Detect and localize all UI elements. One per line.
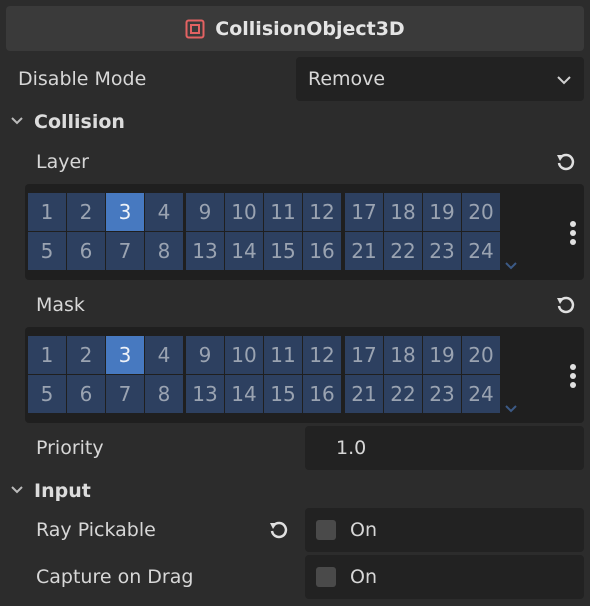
inspector-header: CollisionObject3D [6,6,584,51]
layer-bit-8[interactable]: 8 [145,232,183,270]
mask-bit-24[interactable]: 24 [462,375,500,413]
layer-bit-5[interactable]: 5 [28,232,66,270]
capture-on-drag-value: On [350,566,377,588]
chevron-down-icon [10,480,24,502]
mask-row: Mask [36,294,85,316]
layer-bit-22[interactable]: 22 [384,232,422,270]
layer-bit-18[interactable]: 18 [384,193,422,231]
revert-icon[interactable] [555,151,577,177]
layer-group: 1234 5678 [28,193,184,271]
priority-input[interactable]: 1.0 [305,426,584,470]
ray-pickable-value: On [350,519,377,541]
mask-bit-11[interactable]: 11 [264,336,302,374]
mask-bit-5[interactable]: 5 [28,375,66,413]
layer-bit-11[interactable]: 11 [264,193,302,231]
disable-mode-row: Disable Mode [18,68,146,90]
mask-bit-21[interactable]: 21 [345,375,383,413]
priority-value: 1.0 [336,437,367,459]
layer-row: Layer [36,151,89,173]
ray-pickable-checkbox[interactable]: On [305,508,584,552]
capture-on-drag-row: Capture on Drag [36,566,193,588]
menu-icon[interactable] [569,221,577,247]
mask-bit-19[interactable]: 19 [423,336,461,374]
chevron-down-icon [10,111,24,133]
layer-bit-16[interactable]: 16 [303,232,341,270]
layer-bit-7[interactable]: 7 [106,232,144,270]
collision-section-header[interactable]: Collision [10,111,125,133]
mask-bit-6[interactable]: 6 [67,375,105,413]
input-section-title: Input [34,480,91,502]
mask-grid: 1 2 3 4 5 6 7 8 9 10 11 12 13 14 15 16 17 18 19 20 21 22 23 24 [25,327,584,423]
mask-bit-1[interactable]: 1 [28,336,66,374]
mask-bit-2[interactable]: 2 [67,336,105,374]
mask-bit-7[interactable]: 7 [106,375,144,413]
disable-mode-dropdown[interactable]: Remove [296,57,584,101]
layer-bit-3[interactable]: 3 [106,193,144,231]
mask-label: Mask [36,294,85,316]
mask-bit-4[interactable]: 4 [145,336,183,374]
layer-bit-10[interactable]: 10 [225,193,263,231]
capture-on-drag-label: Capture on Drag [36,566,194,588]
mask-bit-3[interactable]: 3 [106,336,144,374]
mask-bit-22[interactable]: 22 [384,375,422,413]
ray-pickable-row: Ray Pickable [36,519,156,541]
mask-bit-14[interactable]: 14 [225,375,263,413]
chevron-down-icon[interactable] [504,399,518,418]
inspector-title: CollisionObject3D [215,17,405,40]
layer-bit-19[interactable]: 19 [423,193,461,231]
layer-bit-4[interactable]: 4 [145,193,183,231]
mask-bit-17[interactable]: 17 [345,336,383,374]
capture-on-drag-checkbox[interactable]: On [305,555,584,599]
checkbox-box[interactable] [316,520,336,540]
mask-group: 1234 5678 [28,336,184,414]
layer-label: Layer [36,151,89,173]
layer-grid: 1 2 3 4 5 6 7 8 9 10 11 12 13 14 15 16 17 18 19 20 21 22 23 24 [25,184,584,280]
mask-bit-12[interactable]: 12 [303,336,341,374]
ray-pickable-label: Ray Pickable [36,519,156,541]
layer-bit-20[interactable]: 20 [462,193,500,231]
mask-bit-16[interactable]: 16 [303,375,341,413]
layer-bit-13[interactable]: 13 [186,232,224,270]
mask-bit-18[interactable]: 18 [384,336,422,374]
layer-bit-21[interactable]: 21 [345,232,383,270]
layer-group: 9 10 11 12 13 14 15 16 [186,193,342,271]
mask-bit-10[interactable]: 10 [225,336,263,374]
layer-bit-9[interactable]: 9 [186,193,224,231]
layer-bit-14[interactable]: 14 [225,232,263,270]
disable-mode-value: Remove [308,68,386,90]
chevron-down-icon [556,71,572,93]
layer-bit-17[interactable]: 17 [345,193,383,231]
layer-bit-1[interactable]: 1 [28,193,66,231]
mask-bit-8[interactable]: 8 [145,375,183,413]
layer-bit-23[interactable]: 23 [423,232,461,270]
layer-bit-2[interactable]: 2 [67,193,105,231]
priority-label: Priority [36,437,104,459]
disable-mode-label: Disable Mode [18,68,147,90]
collision-object-icon [185,19,205,39]
mask-bit-9[interactable]: 9 [186,336,224,374]
mask-bit-15[interactable]: 15 [264,375,302,413]
menu-icon[interactable] [569,364,577,390]
layer-bit-24[interactable]: 24 [462,232,500,270]
mask-bit-23[interactable]: 23 [423,375,461,413]
collision-section-title: Collision [34,111,125,133]
layer-bit-12[interactable]: 12 [303,193,341,231]
layer-bit-15[interactable]: 15 [264,232,302,270]
mask-group: 9 10 11 12 13 14 15 16 [186,336,342,414]
priority-row: Priority [36,437,104,459]
input-section-header[interactable]: Input [10,480,91,502]
layer-bit-6[interactable]: 6 [67,232,105,270]
checkbox-box[interactable] [316,567,336,587]
layer-group: 17 18 19 20 21 22 23 24 [345,193,501,271]
mask-bit-13[interactable]: 13 [186,375,224,413]
revert-icon[interactable] [555,294,577,320]
chevron-down-icon[interactable] [504,256,518,275]
revert-icon[interactable] [268,519,290,545]
mask-group: 17 18 19 20 21 22 23 24 [345,336,501,414]
mask-bit-20[interactable]: 20 [462,336,500,374]
